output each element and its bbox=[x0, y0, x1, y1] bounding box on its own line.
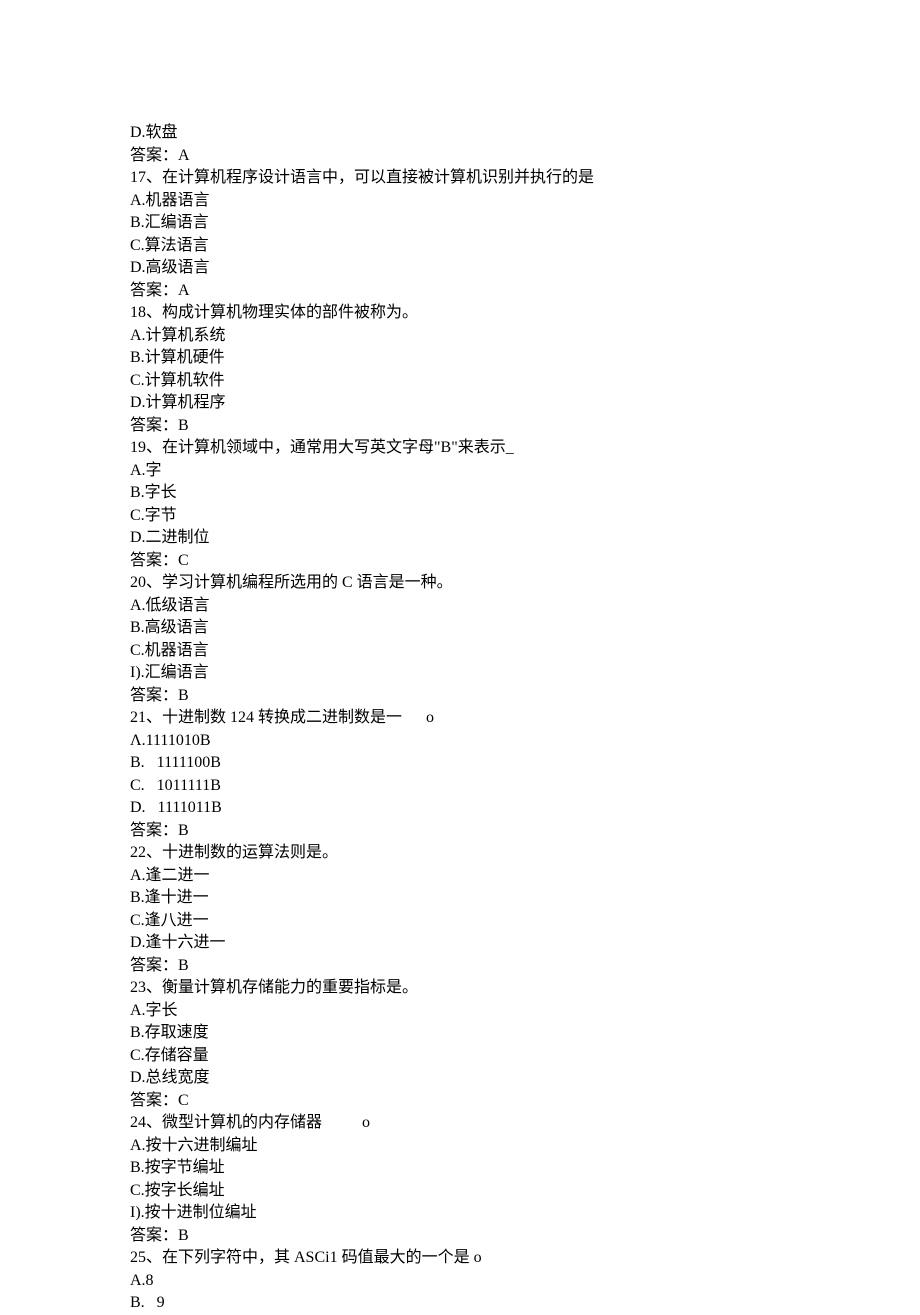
text-line: A.机器语言 bbox=[130, 190, 790, 213]
text-line: C.字节 bbox=[130, 505, 790, 528]
text-line: A.计算机系统 bbox=[130, 325, 790, 348]
text-line: B.存取速度 bbox=[130, 1022, 790, 1045]
text-line: D.软盘 bbox=[130, 122, 790, 145]
text-line: Λ.1111010B bbox=[130, 730, 790, 753]
text-line: C.算法语言 bbox=[130, 235, 790, 258]
text-line: B.计算机硬件 bbox=[130, 347, 790, 370]
text-line: 25、在下列字符中，其 ASCi1 码值最大的一个是 o bbox=[130, 1247, 790, 1270]
text-line: B.高级语言 bbox=[130, 617, 790, 640]
text-line: A.字 bbox=[130, 460, 790, 483]
text-line: A.低级语言 bbox=[130, 595, 790, 618]
text-line: 答案：A bbox=[130, 280, 790, 303]
text-line: 答案：B bbox=[130, 685, 790, 708]
text-line: 答案：B bbox=[130, 415, 790, 438]
text-line: 17、在计算机程序设计语言中，可以直接被计算机识别并执行的是 bbox=[130, 167, 790, 190]
text-line: B. 1111100B bbox=[130, 752, 790, 775]
text-line: D. 1111011B bbox=[130, 797, 790, 820]
text-line: B.按字节编址 bbox=[130, 1157, 790, 1180]
text-line: 21、十进制数 124 转换成二进制数是一 o bbox=[130, 707, 790, 730]
text-line: 23、衡量计算机存储能力的重要指标是。 bbox=[130, 977, 790, 1000]
text-line: C. 1011111B bbox=[130, 775, 790, 798]
text-line: 22、十进制数的运算法则是。 bbox=[130, 842, 790, 865]
text-line: C.按字长编址 bbox=[130, 1180, 790, 1203]
text-line: D.逢十六进一 bbox=[130, 932, 790, 955]
text-line: 答案：A bbox=[130, 145, 790, 168]
text-line: D.高级语言 bbox=[130, 257, 790, 280]
text-line: B.汇编语言 bbox=[130, 212, 790, 235]
text-line: C.计算机软件 bbox=[130, 370, 790, 393]
text-line: 答案：B bbox=[130, 955, 790, 978]
text-line: B.逢十进一 bbox=[130, 887, 790, 910]
text-line: A.按十六进制编址 bbox=[130, 1135, 790, 1158]
text-line: 18、构成计算机物理实体的部件被称为。 bbox=[130, 302, 790, 325]
text-line: I).汇编语言 bbox=[130, 662, 790, 685]
text-line: C.存储容量 bbox=[130, 1045, 790, 1068]
text-line: B. 9 bbox=[130, 1292, 790, 1315]
text-line: C.机器语言 bbox=[130, 640, 790, 663]
text-line: 20、学习计算机编程所选用的 C 语言是一种。 bbox=[130, 572, 790, 595]
text-line: A.8 bbox=[130, 1270, 790, 1293]
text-line: 24、微型计算机的内存储器 o bbox=[130, 1112, 790, 1135]
text-line: D.计算机程序 bbox=[130, 392, 790, 415]
text-line: A.逢二进一 bbox=[130, 865, 790, 888]
document-page: D.软盘 答案：A 17、在计算机程序设计语言中，可以直接被计算机识别并执行的是… bbox=[0, 0, 790, 1315]
text-line: B.字长 bbox=[130, 482, 790, 505]
text-line: 19、在计算机领域中，通常用大写英文字母"B"来表示_ bbox=[130, 437, 790, 460]
text-line: A.字长 bbox=[130, 1000, 790, 1023]
text-line: 答案：C bbox=[130, 1090, 790, 1113]
text-line: C.逢八进一 bbox=[130, 910, 790, 933]
text-line: I).按十进制位编址 bbox=[130, 1202, 790, 1225]
text-line: 答案：B bbox=[130, 820, 790, 843]
text-line: 答案：C bbox=[130, 550, 790, 573]
text-line: D.总线宽度 bbox=[130, 1067, 790, 1090]
text-line: D.二进制位 bbox=[130, 527, 790, 550]
text-line: 答案：B bbox=[130, 1225, 790, 1248]
